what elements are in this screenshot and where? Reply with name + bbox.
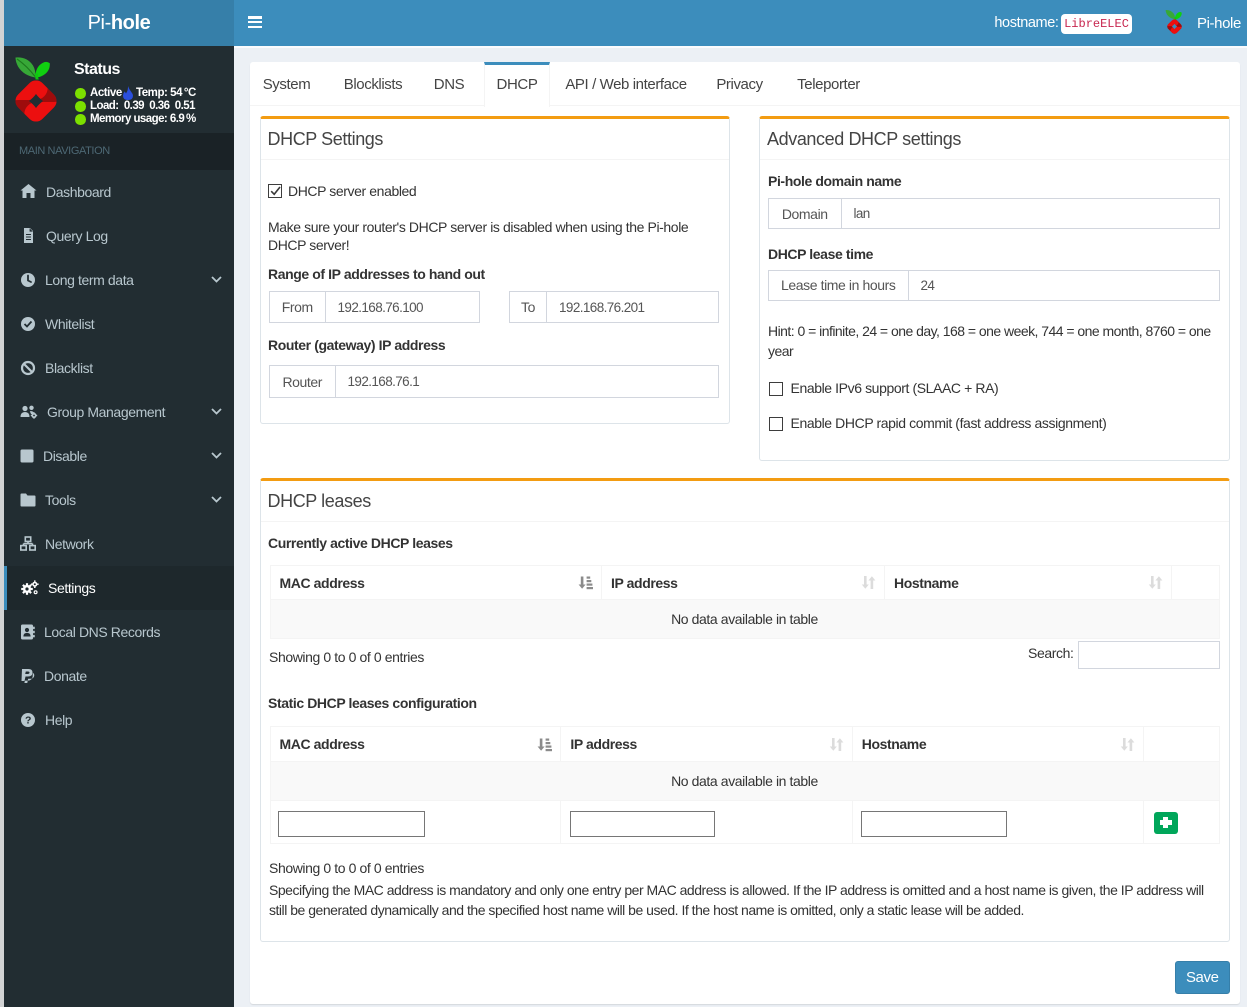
svg-text:?: ? bbox=[25, 714, 31, 726]
